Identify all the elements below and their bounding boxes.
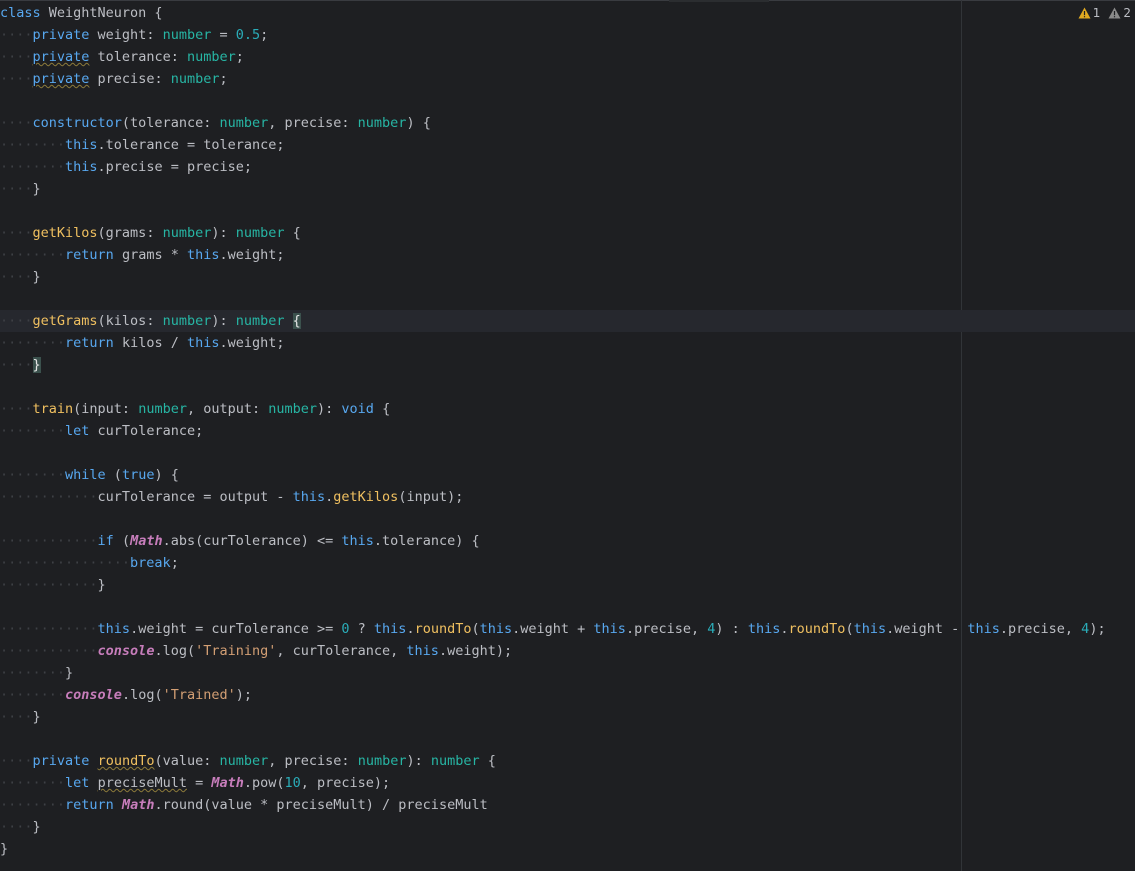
code-line[interactable]: ········this.tolerance = tolerance;	[0, 134, 1135, 156]
code-line[interactable]: ····constructor(tolerance: number, preci…	[0, 112, 1135, 134]
code-line[interactable]: ····private precise: number;	[0, 68, 1135, 90]
code-line[interactable]	[0, 596, 1135, 618]
warning-badge[interactable]: 1	[1078, 6, 1101, 20]
weak-warning-count: 2	[1123, 6, 1131, 20]
code-line[interactable]: ········let curTolerance;	[0, 420, 1135, 442]
code-line[interactable]: ····private weight: number = 0.5;	[0, 24, 1135, 46]
code-line[interactable]: ············console.log('Training', curT…	[0, 640, 1135, 662]
weak-warning-triangle-icon	[1108, 7, 1121, 19]
code-line[interactable]	[0, 376, 1135, 398]
code-line[interactable]: ····}	[0, 354, 1135, 376]
weak-warning-badge[interactable]: 2	[1108, 6, 1131, 20]
code-editor[interactable]: class WeightNeuron {····private weight: …	[0, 0, 1135, 871]
code-line[interactable]	[0, 90, 1135, 112]
code-line[interactable]: ····getGrams(kilos: number): number {	[0, 310, 1135, 332]
code-line[interactable]: ············if (Math.abs(curTolerance) <…	[0, 530, 1135, 552]
code-line[interactable]: ····private roundTo(value: number, preci…	[0, 750, 1135, 772]
code-line[interactable]: ········return kilos / this.weight;	[0, 332, 1135, 354]
code-line[interactable]: ········while (true) {	[0, 464, 1135, 486]
code-line[interactable]: ········this.precise = precise;	[0, 156, 1135, 178]
code-line[interactable]	[0, 728, 1135, 750]
code-line[interactable]: ····}	[0, 706, 1135, 728]
inspection-widget[interactable]: 1 2	[1078, 6, 1131, 20]
code-line[interactable]: ············this.weight = curTolerance >…	[0, 618, 1135, 640]
warning-triangle-icon	[1078, 7, 1091, 19]
code-line[interactable]	[0, 200, 1135, 222]
code-line[interactable]: ····private tolerance: number;	[0, 46, 1135, 68]
code-line[interactable]: ············}	[0, 574, 1135, 596]
code-area[interactable]: class WeightNeuron {····private weight: …	[0, 2, 1135, 860]
code-line[interactable]: ········return grams * this.weight;	[0, 244, 1135, 266]
code-line[interactable]: ····}	[0, 816, 1135, 838]
code-line[interactable]	[0, 508, 1135, 530]
code-line[interactable]: ····train(input: number, output: number)…	[0, 398, 1135, 420]
code-line[interactable]: ········return Math.round(value * precis…	[0, 794, 1135, 816]
code-line[interactable]: ········let preciseMult = Math.pow(10, p…	[0, 772, 1135, 794]
code-line[interactable]: ····}	[0, 266, 1135, 288]
editor-top-border	[0, 0, 1135, 1]
code-line[interactable]: ····getKilos(grams: number): number {	[0, 222, 1135, 244]
code-line[interactable]: }	[0, 838, 1135, 860]
code-line[interactable]: class WeightNeuron {	[0, 2, 1135, 24]
code-line[interactable]: ········console.log('Trained');	[0, 684, 1135, 706]
code-line[interactable]: ····}	[0, 178, 1135, 200]
code-line[interactable]: ················break;	[0, 552, 1135, 574]
code-line[interactable]: ········}	[0, 662, 1135, 684]
code-line[interactable]: ············curTolerance = output - this…	[0, 486, 1135, 508]
warning-count: 1	[1092, 6, 1101, 20]
code-line[interactable]	[0, 288, 1135, 310]
code-line[interactable]	[0, 442, 1135, 464]
